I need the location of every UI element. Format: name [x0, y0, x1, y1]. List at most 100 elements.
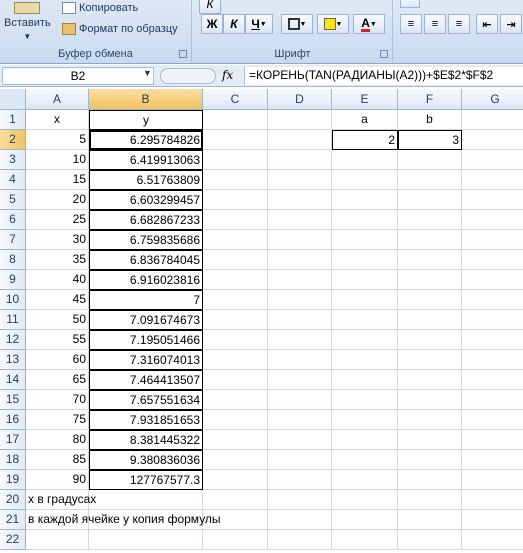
row-header-7[interactable]: 7	[0, 230, 26, 250]
column-header-a[interactable]: A	[26, 89, 89, 110]
font-color-button[interactable]: А ▼	[353, 14, 385, 34]
cell-D15[interactable]	[268, 390, 332, 410]
cell-A2[interactable]: 5	[26, 130, 89, 150]
cell-F20[interactable]	[398, 490, 462, 510]
borders-button[interactable]: ▼	[281, 14, 313, 34]
cell-F1[interactable]: b	[398, 110, 462, 130]
cell-B1[interactable]: y	[89, 110, 203, 130]
cell-G12[interactable]	[462, 330, 523, 350]
cell-F19[interactable]	[398, 470, 462, 490]
cell-E8[interactable]	[332, 250, 398, 270]
cell-D18[interactable]	[268, 450, 332, 470]
cell-E18[interactable]	[332, 450, 398, 470]
cell-A18[interactable]: 85	[26, 450, 89, 470]
row-header-8[interactable]: 8	[0, 250, 26, 270]
row-header-17[interactable]: 17	[0, 430, 26, 450]
row-header-6[interactable]: 6	[0, 210, 26, 230]
align-center-button[interactable]: ≡	[424, 14, 446, 34]
cell-B16[interactable]: 7.931851653	[89, 410, 203, 430]
column-header-f[interactable]: F	[398, 89, 462, 110]
cell-D12[interactable]	[268, 330, 332, 350]
cell-D20[interactable]	[268, 490, 332, 510]
cell-F3[interactable]	[398, 150, 462, 170]
cell-G22[interactable]	[462, 530, 523, 550]
dialog-launcher-icon[interactable]	[380, 50, 388, 58]
cell-F21[interactable]	[398, 510, 462, 530]
cell-D13[interactable]	[268, 350, 332, 370]
row-header-14[interactable]: 14	[0, 370, 26, 390]
cell-G19[interactable]	[462, 470, 523, 490]
cell-A19[interactable]: 90	[26, 470, 89, 490]
cell-A22[interactable]	[26, 530, 89, 550]
cell-B19[interactable]: 127767577.3	[89, 470, 203, 490]
cell-G7[interactable]	[462, 230, 523, 250]
cell-D3[interactable]	[268, 150, 332, 170]
cell-G2[interactable]	[462, 130, 523, 150]
cell-F6[interactable]	[398, 210, 462, 230]
cell-B22[interactable]	[89, 530, 203, 550]
cell-B2[interactable]: 6.295784826	[89, 130, 203, 150]
row-header-1[interactable]: 1	[0, 110, 26, 130]
cell-C10[interactable]	[203, 290, 268, 310]
cell-A9[interactable]: 40	[26, 270, 89, 290]
cell-F10[interactable]	[398, 290, 462, 310]
name-box[interactable]: B2	[2, 67, 154, 85]
cell-B3[interactable]: 6.419913063	[89, 150, 203, 170]
bold-button[interactable]: Ж	[201, 14, 223, 34]
cell-F18[interactable]	[398, 450, 462, 470]
cell-D14[interactable]	[268, 370, 332, 390]
cell-E6[interactable]	[332, 210, 398, 230]
cell-C9[interactable]	[203, 270, 268, 290]
cell-G4[interactable]	[462, 170, 523, 190]
row-header-13[interactable]: 13	[0, 350, 26, 370]
row-header-2[interactable]: 2	[0, 130, 26, 150]
cell-F4[interactable]	[398, 170, 462, 190]
cell-F14[interactable]	[398, 370, 462, 390]
cell-B20[interactable]	[89, 490, 203, 510]
cell-C18[interactable]	[203, 450, 268, 470]
cell-A8[interactable]: 35	[26, 250, 89, 270]
cell-G10[interactable]	[462, 290, 523, 310]
cell-G11[interactable]	[462, 310, 523, 330]
cell-A13[interactable]: 60	[26, 350, 89, 370]
cell-G15[interactable]	[462, 390, 523, 410]
cell-B15[interactable]: 7.657551634	[89, 390, 203, 410]
cell-G14[interactable]	[462, 370, 523, 390]
cell-E20[interactable]	[332, 490, 398, 510]
cell-G8[interactable]	[462, 250, 523, 270]
align-left-button[interactable]: ≡	[400, 14, 422, 34]
align-right-button[interactable]: ≡	[448, 14, 470, 34]
cell-D10[interactable]	[268, 290, 332, 310]
cell-B6[interactable]: 6.682867233	[89, 210, 203, 230]
cell-A15[interactable]: 70	[26, 390, 89, 410]
underline-button[interactable]: Ч ▼	[245, 14, 273, 34]
cell-B13[interactable]: 7.316074013	[89, 350, 203, 370]
cell-C16[interactable]	[203, 410, 268, 430]
cell-B9[interactable]: 6.916023816	[89, 270, 203, 290]
italic-button[interactable]: К	[199, 0, 221, 14]
cell-E16[interactable]	[332, 410, 398, 430]
cell-E12[interactable]	[332, 330, 398, 350]
cell-D11[interactable]	[268, 310, 332, 330]
cell-B17[interactable]: 8.381445322	[89, 430, 203, 450]
cell-F15[interactable]	[398, 390, 462, 410]
row-header-5[interactable]: 5	[0, 190, 26, 210]
row-header-9[interactable]: 9	[0, 270, 26, 290]
cell-G5[interactable]	[462, 190, 523, 210]
cell-B14[interactable]: 7.464413507	[89, 370, 203, 390]
italic-button-2[interactable]: К	[223, 14, 245, 34]
cell-A6[interactable]: 25	[26, 210, 89, 230]
cell-D21[interactable]	[268, 510, 332, 530]
select-all-button[interactable]	[0, 89, 26, 110]
cell-E4[interactable]	[332, 170, 398, 190]
cell-A17[interactable]: 80	[26, 430, 89, 450]
cell-A21[interactable]: в каждой ячейке y копия формулы	[26, 510, 221, 530]
fill-color-button[interactable]: ▼	[317, 14, 349, 34]
cell-D16[interactable]	[268, 410, 332, 430]
row-header-20[interactable]: 20	[0, 490, 26, 510]
cell-A7[interactable]: 30	[26, 230, 89, 250]
cell-C11[interactable]	[203, 310, 268, 330]
cell-G3[interactable]	[462, 150, 523, 170]
cell-C4[interactable]	[203, 170, 268, 190]
cell-C22[interactable]	[203, 530, 268, 550]
